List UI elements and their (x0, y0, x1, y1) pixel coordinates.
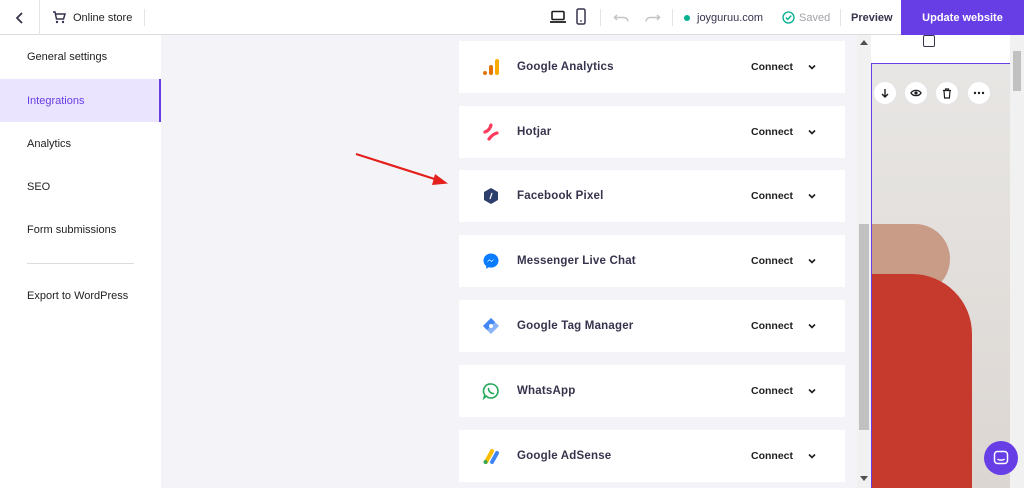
settings-sidebar: General settings Integrations Analytics … (0, 35, 161, 488)
chevron-down-icon[interactable] (807, 127, 817, 137)
hotjar-icon (481, 122, 501, 142)
chat-support-button[interactable] (984, 441, 1018, 475)
desktop-view-button[interactable] (549, 8, 567, 26)
chevron-down-icon[interactable] (807, 62, 817, 72)
chevron-down-icon[interactable] (807, 321, 817, 331)
back-button[interactable] (0, 0, 40, 35)
more-horizontal-icon (973, 91, 985, 95)
integration-name: Messenger Live Chat (517, 255, 636, 267)
chevron-left-icon (15, 11, 23, 24)
chevron-down-icon[interactable] (807, 386, 817, 396)
connect-button[interactable]: Connect (751, 385, 793, 397)
google-adsense-icon (481, 446, 501, 466)
divider (672, 9, 673, 26)
image-detail (872, 274, 972, 488)
integration-card-whatsapp: WhatsApp Connect (459, 365, 845, 417)
online-store-link[interactable]: Online store (52, 0, 132, 35)
mobile-view-button[interactable] (572, 8, 590, 26)
preview-scrollbar[interactable] (1010, 35, 1024, 488)
element-toolbar (871, 81, 1024, 105)
integration-name: Google Analytics (517, 61, 614, 73)
whatsapp-icon (481, 381, 501, 401)
integration-card-google-tag-manager: Google Tag Manager Connect (459, 300, 845, 352)
integration-name: Hotjar (517, 126, 552, 138)
connect-button[interactable]: Connect (751, 255, 793, 267)
sidebar-item-label: General settings (27, 50, 108, 63)
annotation-arrow (355, 152, 448, 185)
connect-button[interactable]: Connect (751, 450, 793, 462)
sidebar-item-seo[interactable]: SEO (0, 165, 161, 208)
undo-icon (613, 14, 629, 22)
sidebar-item-label: SEO (27, 180, 51, 193)
integration-card-google-adsense: Google AdSense Connect (459, 430, 845, 482)
google-tag-manager-icon (481, 316, 501, 336)
connect-button[interactable]: Connect (751, 126, 793, 138)
scroll-up-arrow-icon[interactable] (860, 39, 868, 45)
chat-icon (993, 450, 1009, 465)
check-circle-icon (782, 11, 795, 24)
preview-button[interactable]: Preview (851, 0, 893, 35)
sidebar-item-integrations[interactable]: Integrations (0, 79, 161, 122)
connect-button[interactable]: Connect (751, 320, 793, 332)
integration-name: WhatsApp (517, 385, 576, 397)
arrow-down-icon (881, 89, 889, 98)
chevron-down-icon[interactable] (807, 191, 817, 201)
chevron-down-icon[interactable] (807, 451, 817, 461)
sidebar-item-export-to-wordpress[interactable]: Export to WordPress (0, 274, 161, 317)
laptop-icon (550, 10, 566, 23)
messenger-icon (481, 251, 501, 271)
integration-card-hotjar: Hotjar Connect (459, 106, 845, 158)
integration-card-messenger-live-chat: Messenger Live Chat Connect (459, 235, 845, 287)
sidebar-divider (27, 263, 134, 264)
sidebar-item-general-settings[interactable]: General settings (0, 35, 161, 78)
chevron-down-icon[interactable] (807, 256, 817, 266)
preview-scrollbar-thumb[interactable] (1013, 51, 1021, 91)
undo-button[interactable] (613, 9, 631, 27)
sidebar-item-form-submissions[interactable]: Form submissions (0, 208, 161, 251)
status-dot (684, 14, 690, 21)
mobile-icon (576, 8, 586, 25)
scrollbar-thumb[interactable] (859, 224, 869, 430)
integration-name: Google Tag Manager (517, 320, 634, 332)
trash-icon (943, 87, 951, 99)
connect-button[interactable]: Connect (751, 190, 793, 202)
website-preview (871, 35, 1024, 488)
integration-card-google-analytics: Google Analytics Connect (459, 41, 845, 93)
sidebar-item-label: Analytics (27, 137, 72, 150)
eye-icon (910, 89, 922, 97)
sidebar-item-analytics[interactable]: Analytics (0, 122, 161, 165)
top-bar: Online store joyguruu.com Saved Preview … (0, 0, 1024, 35)
more-options-button[interactable] (967, 81, 991, 105)
delete-button[interactable] (935, 81, 959, 105)
integration-name: Google AdSense (517, 450, 612, 462)
domain-link[interactable]: joyguruu.com (684, 0, 763, 35)
divider (144, 9, 145, 26)
connect-button[interactable]: Connect (751, 61, 793, 73)
update-website-button[interactable]: Update website (901, 0, 1024, 35)
hero-image[interactable] (871, 63, 1010, 488)
saved-status: Saved (782, 0, 830, 35)
divider (600, 9, 601, 26)
integration-card-facebook-pixel: Facebook Pixel Connect (459, 170, 845, 222)
online-store-label: Online store (73, 11, 133, 24)
cart-icon (53, 11, 66, 24)
google-analytics-icon (481, 57, 501, 77)
facebook-pixel-icon (481, 186, 501, 206)
saved-label: Saved (799, 11, 831, 24)
sidebar-item-label: Export to WordPress (27, 289, 129, 302)
redo-icon (645, 14, 661, 22)
sidebar-item-label: Integrations (27, 94, 85, 107)
integration-name: Facebook Pixel (517, 190, 604, 202)
scroll-down-arrow-icon[interactable] (860, 476, 868, 482)
visibility-button[interactable] (904, 81, 928, 105)
move-down-button[interactable] (873, 81, 897, 105)
divider (840, 9, 841, 26)
checkbox[interactable] (923, 35, 935, 47)
domain-label: joyguruu.com (697, 11, 764, 24)
redo-button[interactable] (643, 9, 661, 27)
sidebar-item-label: Form submissions (27, 223, 117, 236)
